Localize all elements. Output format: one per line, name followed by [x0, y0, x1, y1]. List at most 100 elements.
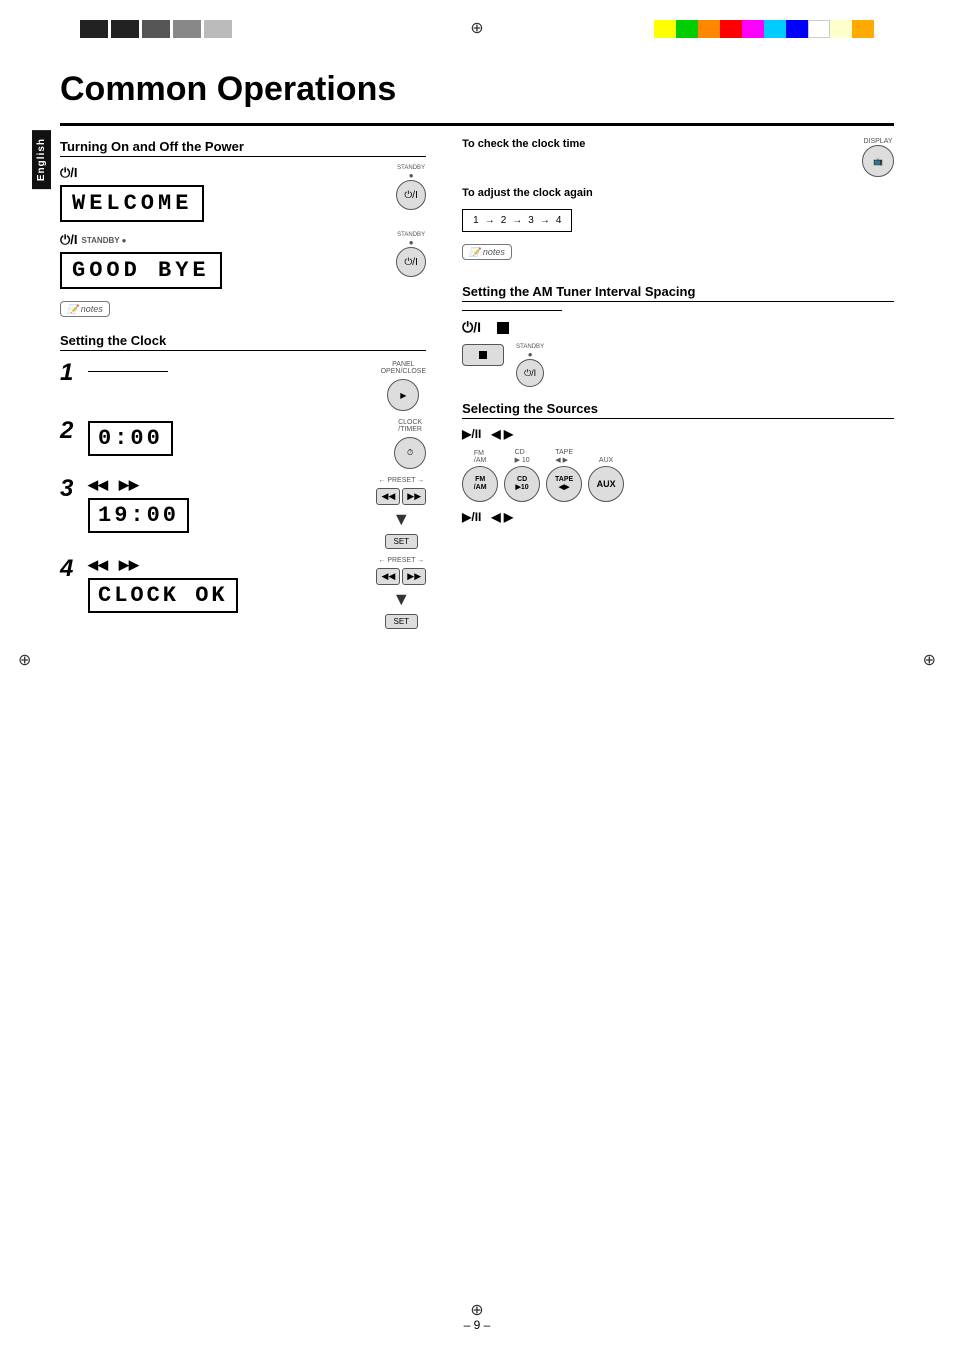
notes-icon-1: 📝 notes — [60, 299, 426, 317]
step-4-arrows: ◀◀ ▶▶ — [88, 557, 368, 573]
adjust-step-1: 1 — [473, 215, 479, 226]
display-btn-area: DISPLAY 📺 — [862, 138, 894, 177]
adjust-arrow-1: → — [485, 215, 495, 226]
color-bars — [654, 20, 874, 38]
right-cross: ⊕ — [923, 650, 936, 670]
next-btn-4[interactable]: ▶▶ — [402, 568, 426, 585]
left-right-label: ◀ ▶ — [491, 427, 513, 441]
two-col-layout: Turning On and Off the Power ⏻/I WELCOME… — [60, 138, 894, 637]
step-4-buttons: ← PRESET → ◀◀ ▶▶ ▼ SET — [376, 557, 426, 629]
adjust-clock-section: To adjust the clock again 1 → 2 → 3 → 4 … — [462, 187, 894, 260]
source-controls-top: ▶/II ◀ ▶ — [462, 427, 894, 441]
check-clock-section: To check the clock time DISPLAY 📺 — [462, 138, 894, 177]
step-1-line — [88, 371, 168, 372]
panel-open-close-btn[interactable]: ▶ — [387, 379, 419, 411]
check-clock-label: To check the clock time — [462, 138, 585, 150]
aux-btn[interactable]: AUX — [588, 466, 624, 502]
step-1-number: 1 — [60, 361, 80, 385]
cd-label-top: CD▶ 10 — [515, 449, 530, 464]
clock-timer-label: CLOCK/TIMER — [398, 419, 422, 433]
left-cross: ⊕ — [18, 650, 31, 670]
am-square-sm — [479, 351, 487, 359]
prev-btn-4[interactable]: ◀◀ — [376, 568, 400, 585]
fm-am-source: FM/AM FM/AM — [462, 450, 498, 502]
step-3-content: ◀◀ ▶▶ 19:00 — [88, 477, 368, 535]
power-on-symbol-row: ⏻/I — [60, 165, 386, 181]
main-content: English Common Operations Turning On and… — [60, 70, 894, 1312]
adjust-step-4: 4 — [556, 215, 562, 226]
aux-label-top: AUX — [599, 457, 613, 464]
welcome-display: WELCOME — [60, 185, 204, 222]
step-2-buttons: CLOCK/TIMER ⏱ — [394, 419, 426, 469]
step-4-content: ◀◀ ▶▶ CLOCK OK — [88, 557, 368, 615]
step-2: 2 0:00 CLOCK/TIMER ⏱ — [60, 419, 426, 469]
power-off-btn[interactable]: ⏻/I — [396, 247, 426, 277]
notes-label-1: 📝 notes — [60, 301, 110, 317]
step-4-number: 4 — [60, 557, 80, 581]
power-on-btn[interactable]: ⏻/I — [396, 180, 426, 210]
source-controls-bottom: ▶/II ◀ ▶ — [462, 510, 894, 524]
standby-power-off: STANDBY ● ⏻/I — [396, 232, 426, 277]
down-arrow-3: ▼ — [392, 509, 410, 530]
clock-timer-btn[interactable]: ⏱ — [394, 437, 426, 469]
preset-btn-group-3: ◀◀ ▶▶ — [376, 488, 426, 505]
am-tuner-title: Setting the AM Tuner Interval Spacing — [462, 284, 894, 302]
am-power-symbol: ⏻/I — [462, 319, 481, 336]
am-tuner-line — [462, 310, 562, 311]
set-btn-4[interactable]: SET — [385, 614, 419, 629]
fm-am-label-top: FM/AM — [474, 450, 486, 464]
selecting-sources-title: Selecting the Sources — [462, 401, 894, 419]
am-main-btn[interactable] — [462, 344, 504, 366]
play-pause-label-2: ▶/II — [462, 510, 481, 524]
am-standby-area: STANDBY ● ⏻/I — [516, 344, 544, 387]
preset-label-4: ← PRESET → — [378, 557, 424, 564]
aux-source: AUX AUX — [588, 457, 624, 502]
top-center-cross: ⊕ — [470, 18, 483, 38]
step-4-display: CLOCK OK — [88, 578, 238, 613]
source-buttons-row: FM/AM FM/AM CD▶ 10 CD▶10 TAPE◀ ▶ TAPE◀▶ … — [462, 449, 894, 502]
am-power-btn[interactable]: ⏻/I — [516, 359, 544, 387]
page-title: Common Operations — [60, 70, 894, 113]
step-3-arrows: ◀◀ ▶▶ — [88, 477, 368, 493]
step-4: 4 ◀◀ ▶▶ CLOCK OK ← PRESET → ◀◀ ▶▶ ▼ SET — [60, 557, 426, 629]
notes-label-2: 📝 notes — [462, 244, 512, 260]
step-1-content — [88, 361, 373, 382]
goodbye-content: ⏻/I STANDBY ● GOOD BYE — [60, 232, 386, 291]
adjust-step-3: 3 — [528, 215, 534, 226]
step-3-number: 3 — [60, 477, 80, 501]
page-number: – 9 – — [464, 1318, 491, 1332]
cd-source: CD▶ 10 CD▶10 — [504, 449, 540, 502]
power-symbol-1: ⏻/I — [60, 165, 78, 181]
goodbye-display: GOOD BYE — [60, 252, 222, 289]
spacer-1 — [462, 274, 894, 284]
right-column: To check the clock time DISPLAY 📺 To adj… — [446, 138, 894, 637]
adjust-clock-box: 1 → 2 → 3 → 4 — [462, 209, 572, 232]
fm-am-btn[interactable]: FM/AM — [462, 466, 498, 502]
tape-label-top: TAPE◀ ▶ — [555, 449, 573, 464]
am-tuner-section: Setting the AM Tuner Interval Spacing ⏻/… — [462, 284, 894, 387]
setting-clock-section: Setting the Clock 1 PANELOPEN/CLOSE ▶ 2 — [60, 333, 426, 629]
cd-btn[interactable]: CD▶10 — [504, 466, 540, 502]
step-3-buttons: ← PRESET → ◀◀ ▶▶ ▼ SET — [376, 477, 426, 549]
adjust-arrow-3: → — [540, 215, 550, 226]
welcome-row: ⏻/I WELCOME STANDBY ● ⏻/I — [60, 165, 426, 224]
adjust-step-2: 2 — [501, 215, 507, 226]
play-pause-label: ▶/II — [462, 427, 481, 441]
step-2-display: 0:00 — [88, 421, 173, 456]
step-2-content: 0:00 — [88, 419, 386, 458]
goodbye-row: ⏻/I STANDBY ● GOOD BYE STANDBY ● ⏻/I — [60, 232, 426, 291]
am-square-indicator — [497, 322, 509, 334]
tape-btn[interactable]: TAPE◀▶ — [546, 466, 582, 502]
selecting-sources-section: Selecting the Sources ▶/II ◀ ▶ FM/AM FM/… — [462, 401, 894, 524]
am-standby-dot: ● — [528, 350, 533, 359]
tape-source: TAPE◀ ▶ TAPE◀▶ — [546, 449, 582, 502]
set-btn-3[interactable]: SET — [385, 534, 419, 549]
display-btn[interactable]: 📺 — [862, 145, 894, 177]
turning-on-off-section: Turning On and Off the Power ⏻/I WELCOME… — [60, 138, 426, 317]
check-clock-content: To check the clock time — [462, 138, 585, 154]
step-1-buttons: PANELOPEN/CLOSE ▶ — [381, 361, 427, 411]
next-btn-3[interactable]: ▶▶ — [402, 488, 426, 505]
check-clock-row: To check the clock time DISPLAY 📺 — [462, 138, 894, 177]
setting-clock-title: Setting the Clock — [60, 333, 426, 351]
prev-btn-3[interactable]: ◀◀ — [376, 488, 400, 505]
